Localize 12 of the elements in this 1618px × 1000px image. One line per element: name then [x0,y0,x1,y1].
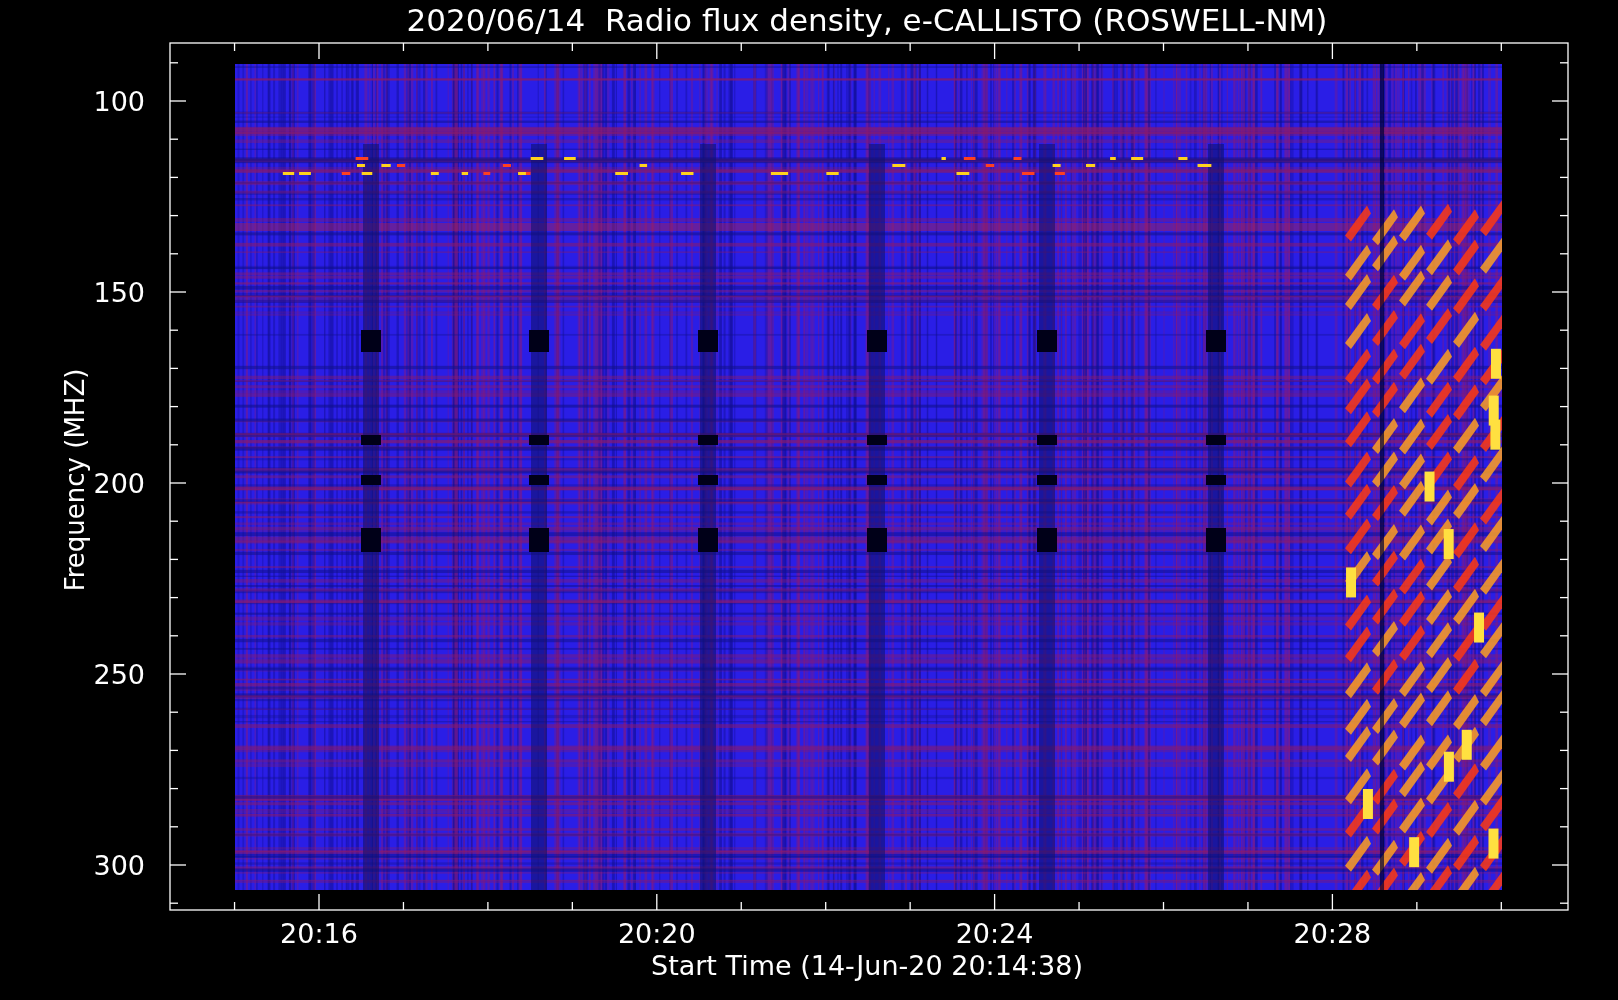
x-axis-label: Start Time (14-Jun-20 20:14:38) [651,950,1083,981]
y-tick-label: 100 [93,86,145,117]
x-tick-label: 20:28 [1293,918,1372,949]
x-tick-label: 20:20 [617,918,696,949]
chart-title: 2020/06/14 Radio flux density, e-CALLISTO (ROSWELL-NM) [406,2,1328,38]
x-tick-label: 20:16 [280,918,358,949]
y-tick-label: 150 [93,277,145,308]
y-tick-label: 250 [93,659,145,690]
y-tick-label: 300 [93,850,145,881]
y-tick-label: 200 [93,468,145,499]
y-axis-label: Frequency (MHZ) [60,368,90,592]
x-tick-label: 20:24 [955,918,1034,949]
